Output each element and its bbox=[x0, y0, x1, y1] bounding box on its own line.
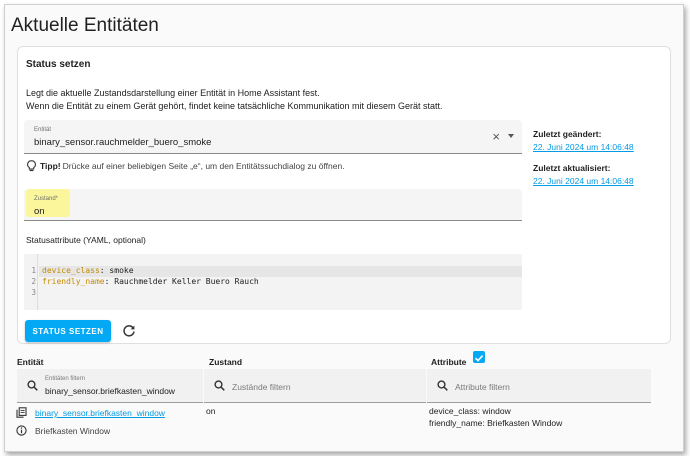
attributes-checkbox[interactable] bbox=[473, 351, 485, 363]
entity-filter[interactable]: Entitäten filtern binary_sensor.briefkas… bbox=[17, 369, 203, 403]
description-line-1: Legt die aktuelle Zustandsdarstellung ei… bbox=[26, 88, 320, 98]
lightbulb-icon bbox=[27, 160, 36, 172]
last-updated-label: Zuletzt aktualisiert: bbox=[533, 163, 611, 173]
description-line-2: Wenn die Entität zu einem Gerät gehört, … bbox=[26, 101, 443, 111]
attributes-title: Statusattribute (YAML, optional) bbox=[26, 235, 146, 245]
check-icon bbox=[474, 355, 484, 362]
last-changed-link[interactable]: 22. Juni 2024 um 14:06:48 bbox=[533, 142, 634, 152]
yaml-key: friendly_name bbox=[42, 277, 105, 286]
refresh-icon[interactable] bbox=[122, 324, 136, 338]
entity-state: on bbox=[206, 406, 216, 416]
last-changed: Zuletzt geändert: 22. Juni 2024 um 14:06… bbox=[533, 129, 634, 152]
line-number: 3 bbox=[31, 288, 36, 297]
last-updated: Zuletzt aktualisiert: 22. Juni 2024 um 1… bbox=[533, 163, 634, 186]
entity-attribute: friendly_name: Briefkasten Window bbox=[429, 418, 563, 428]
code-line[interactable]: device_class: smoke bbox=[42, 266, 134, 275]
chevron-down-icon[interactable] bbox=[508, 134, 514, 138]
entity-field-label: Entität bbox=[34, 127, 52, 133]
tip-row: Tipp! Drücke auf einer beliebigen Seite … bbox=[26, 160, 345, 172]
entity-filter-label: Entitäten filtern bbox=[45, 376, 86, 382]
app-frame: Aktuelle Entitäten Status setzen Legt di… bbox=[4, 4, 684, 452]
search-icon bbox=[27, 380, 38, 391]
entity-link[interactable]: binary_sensor.briefkasten_window bbox=[35, 408, 165, 418]
page-title: Aktuelle Entitäten bbox=[11, 15, 159, 36]
yaml-editor[interactable]: 1 2 3 device_class: smoke friendly_name:… bbox=[24, 254, 522, 310]
state-highlight bbox=[26, 189, 70, 217]
column-header-entity: Entität bbox=[17, 357, 44, 367]
yaml-value: : smoke bbox=[99, 266, 134, 275]
set-state-button[interactable]: STATUS SETZEN bbox=[25, 320, 111, 342]
line-number: 2 bbox=[31, 277, 36, 286]
search-icon bbox=[214, 380, 225, 391]
clear-icon[interactable]: × bbox=[492, 130, 500, 143]
yaml-key: device_class bbox=[42, 266, 100, 275]
code-line[interactable]: friendly_name: Rauchmelder Keller Buero … bbox=[42, 277, 259, 286]
line-number: 1 bbox=[31, 266, 36, 275]
column-header-attributes: Attribute bbox=[431, 357, 467, 367]
entity-field-value[interactable]: binary_sensor.rauchmelder_buero_smoke bbox=[34, 137, 211, 148]
entity-friendly-name: Briefkasten Window bbox=[35, 426, 111, 436]
attributes-filter-placeholder: Attribute filtern bbox=[455, 382, 510, 392]
state-input[interactable]: Zustand* on bbox=[24, 189, 522, 221]
card-title: Status setzen bbox=[26, 59, 91, 70]
column-header-state: Zustand bbox=[209, 357, 243, 367]
copy-icon[interactable] bbox=[16, 407, 27, 418]
state-field-value[interactable]: on bbox=[34, 206, 45, 217]
last-changed-label: Zuletzt geändert: bbox=[533, 129, 602, 139]
last-updated-link[interactable]: 22. Juni 2024 um 14:06:48 bbox=[533, 176, 634, 186]
tip-strong: Tipp! bbox=[40, 161, 61, 171]
state-field-label: Zustand* bbox=[34, 196, 59, 202]
card-description: Legt die aktuelle Zustandsdarstellung ei… bbox=[26, 87, 443, 113]
attributes-filter[interactable]: Attribute filtern bbox=[427, 369, 651, 403]
entity-attribute: device_class: window bbox=[429, 406, 511, 416]
entity-filter-value[interactable]: binary_sensor.briefkasten_window bbox=[45, 386, 175, 396]
state-filter-placeholder: Zustände filtern bbox=[232, 382, 291, 392]
entity-picker[interactable]: Entität binary_sensor.rauchmelder_buero_… bbox=[24, 120, 522, 154]
search-icon bbox=[437, 380, 448, 391]
state-filter[interactable]: Zustände filtern bbox=[204, 369, 426, 403]
info-icon[interactable] bbox=[16, 425, 27, 436]
tip-text: Drücke auf einer beliebigen Seite „e“, u… bbox=[62, 161, 345, 171]
yaml-value: : Rauchmelder Keller Buero Rauch bbox=[104, 277, 259, 286]
set-state-card: Status setzen Legt die aktuelle Zustands… bbox=[17, 46, 671, 344]
